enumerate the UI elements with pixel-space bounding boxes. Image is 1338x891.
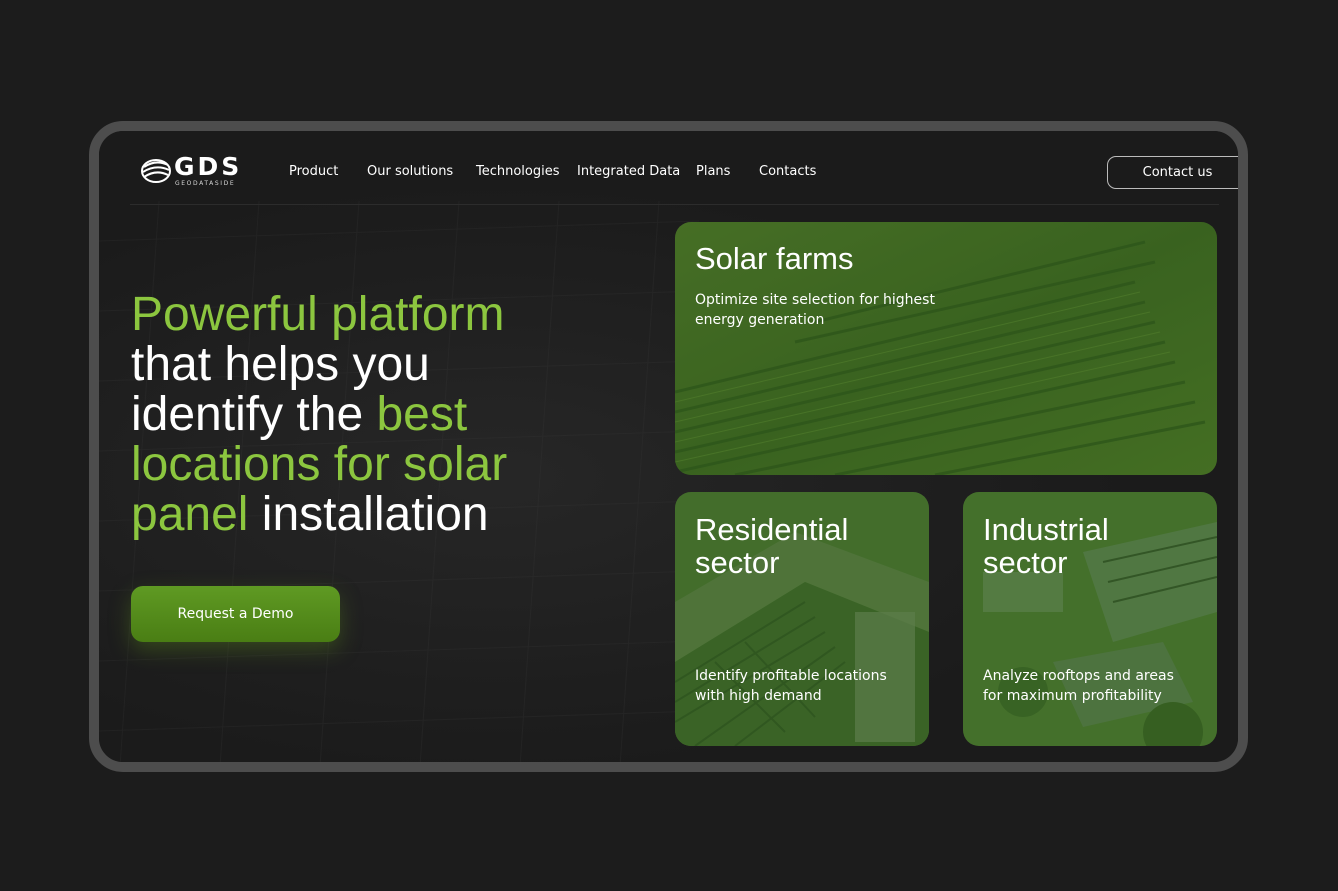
card-description-line: Optimize site selection for highest — [695, 292, 935, 308]
landing-page: GDS GEODATASIDE Product Our solutions Te… — [99, 131, 1238, 762]
hero-line-4: locations for solar — [131, 438, 508, 491]
brand-logo[interactable]: GDS GEODATASIDE — [140, 152, 250, 189]
card-industrial-sector[interactable]: Industrial sector Analyze rooftops and a… — [963, 492, 1217, 746]
hero-line-5-highlight: panel — [131, 488, 249, 541]
card-description-line: for maximum profitability — [983, 688, 1162, 704]
card-title-line: sector — [695, 545, 780, 580]
nav-integrated-data[interactable]: Integrated Data — [577, 164, 680, 179]
card-title-line: sector — [983, 545, 1068, 580]
card-description: Optimize site selection for highest ener… — [695, 290, 935, 330]
card-title: Residential sector — [695, 513, 848, 579]
nav-product[interactable]: Product — [289, 164, 338, 179]
hero-headline: Powerful platform that helps you identif… — [131, 290, 601, 540]
nav-technologies[interactable]: Technologies — [476, 164, 560, 179]
hero-line-3-text: identify the — [131, 388, 377, 441]
hero-line-3-highlight: best — [376, 388, 468, 441]
card-residential-sector[interactable]: Residential sector Identify profitable l… — [675, 492, 929, 746]
contact-us-button[interactable]: Contact us — [1107, 156, 1238, 189]
card-description-line: Analyze rooftops and areas — [983, 668, 1174, 684]
brand-tagline: GEODATASIDE — [175, 180, 236, 187]
card-title: Industrial sector — [983, 513, 1109, 579]
brand-name: GDS — [174, 152, 243, 181]
nav-plans[interactable]: Plans — [696, 164, 730, 179]
hero-line-3: identify the best — [131, 390, 601, 440]
hero-line-5: panel installation — [131, 490, 601, 540]
globe-swirl-icon — [141, 159, 171, 183]
nav-contacts[interactable]: Contacts — [759, 164, 816, 179]
device-frame: GDS GEODATASIDE Product Our solutions Te… — [89, 121, 1248, 772]
nav-our-solutions[interactable]: Our solutions — [367, 164, 453, 179]
card-title-line: Industrial — [983, 512, 1109, 547]
card-description-line: energy generation — [695, 312, 825, 328]
request-demo-button[interactable]: Request a Demo — [131, 586, 340, 642]
card-title-line: Residential — [695, 512, 849, 547]
top-navigation: GDS GEODATASIDE Product Our solutions Te… — [130, 131, 1238, 205]
card-description: Analyze rooftops and areas for maximum p… — [983, 666, 1174, 706]
card-description-line: with high demand — [695, 688, 822, 704]
hero-line-1: Powerful platform — [131, 288, 505, 341]
card-description: Identify profitable locations with high … — [695, 666, 887, 706]
hero-line-2: that helps you — [131, 338, 430, 391]
card-description-line: Identify profitable locations — [695, 668, 887, 684]
hero-line-5-text: installation — [248, 488, 489, 541]
card-solar-farms[interactable]: Solar farms Optimize site selection for … — [675, 222, 1217, 475]
card-title: Solar farms — [695, 241, 854, 276]
